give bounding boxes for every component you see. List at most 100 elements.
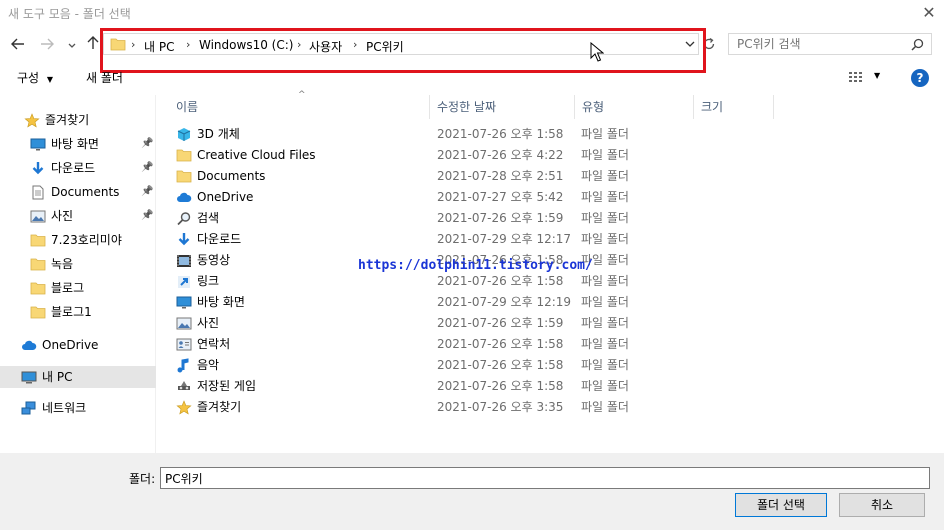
column-divider[interactable]	[429, 95, 430, 119]
file-name: 동영상	[197, 253, 231, 267]
column-header-name[interactable]: 이름	[176, 95, 198, 119]
folder-icon	[30, 257, 46, 271]
forward-button[interactable]	[38, 36, 56, 54]
back-button[interactable]	[9, 36, 27, 54]
column-header-size[interactable]: 크기	[701, 95, 723, 119]
file-date: 2021-07-29 오후 12:17	[437, 232, 572, 246]
file-row[interactable]: 다운로드 2021-07-29 오후 12:17 파일 폴더	[172, 229, 672, 250]
sidebar-item-desktop[interactable]: 바탕 화면 📌	[0, 133, 156, 155]
close-button[interactable]: ✕	[916, 1, 942, 25]
dropdown-arrow-icon: ▼	[874, 71, 881, 80]
file-row[interactable]: 사진 2021-07-26 오후 1:59 파일 폴더	[172, 313, 672, 334]
star-icon	[24, 113, 40, 128]
sidebar-item-star[interactable]: 즐겨찾기	[0, 109, 156, 131]
mouse-cursor-icon	[590, 42, 604, 62]
file-row[interactable]: Creative Cloud Files 2021-07-26 오후 4:22 파일…	[172, 145, 672, 166]
sidebar-item-label: OneDrive	[42, 338, 99, 352]
sidebar-item-folder[interactable]: 녹음	[0, 253, 156, 275]
back-arrow-icon	[11, 38, 24, 50]
file-row[interactable]: OneDrive 2021-07-27 오후 5:42 파일 폴더	[172, 187, 672, 208]
column-header-modified[interactable]: 수정한 날짜	[437, 95, 496, 119]
file-date: 2021-07-26 오후 1:59	[437, 316, 564, 330]
pin-icon: 📌	[141, 138, 154, 149]
pin-icon: 📌	[141, 162, 154, 173]
sidebar-item-label: 블로그	[51, 281, 85, 295]
file-name: 저장된 게임	[197, 379, 257, 393]
close-icon: ✕	[922, 3, 936, 22]
search-box[interactable]	[728, 33, 932, 55]
video-icon	[176, 253, 192, 268]
search-icon	[176, 211, 192, 226]
help-icon[interactable]: ?	[911, 69, 929, 87]
watermark-url: https://dolphin11.tistory.com/	[358, 258, 593, 273]
up-arrow-icon	[87, 36, 99, 49]
file-type: 파일 폴더	[581, 400, 629, 414]
sidebar-item-document[interactable]: Documents 📌	[0, 181, 156, 203]
column-divider[interactable]	[574, 95, 575, 119]
recent-locations-button[interactable]	[63, 36, 81, 54]
file-name: 바탕 화면	[197, 295, 245, 309]
folder-icon	[30, 305, 46, 319]
sidebar-item-folder[interactable]: 블로그1	[0, 301, 156, 323]
desktop-icon	[30, 137, 46, 151]
file-name: 사진	[197, 316, 220, 330]
sidebar-item-picture[interactable]: 사진 📌	[0, 205, 156, 227]
sidebar-item-label: 7.23호리미야	[51, 233, 122, 247]
forward-arrow-icon	[41, 38, 54, 50]
search-icon[interactable]	[911, 38, 924, 51]
column-divider[interactable]	[693, 95, 694, 119]
select-folder-button[interactable]: 폴더 선택	[735, 493, 827, 517]
sidebar-item-network[interactable]: 네트워크	[0, 397, 156, 419]
file-date: 2021-07-26 오후 1:58	[437, 274, 564, 288]
file-row[interactable]: 즐겨찾기 2021-07-26 오후 3:35 파일 폴더	[172, 397, 672, 418]
cloud-icon	[176, 190, 192, 205]
file-name: 3D 개체	[197, 127, 240, 141]
chevron-down-icon	[68, 43, 76, 48]
sidebar-item-folder[interactable]: 블로그	[0, 277, 156, 299]
title-bar: 새 도구 모음 - 폴더 선택 ✕	[0, 0, 944, 28]
sidebar-item-label: 즐겨찾기	[45, 113, 90, 127]
organize-label: 구성	[17, 71, 40, 85]
document-icon	[30, 185, 46, 200]
organize-button[interactable]: 구성 ▼	[17, 69, 53, 86]
column-divider[interactable]	[773, 95, 774, 119]
file-row[interactable]: 음악 2021-07-26 오후 1:58 파일 폴더	[172, 355, 672, 376]
file-date: 2021-07-26 오후 1:58	[437, 379, 564, 393]
column-header-type[interactable]: 유형	[582, 95, 604, 119]
file-name: OneDrive	[197, 190, 254, 204]
cancel-button[interactable]: 취소	[839, 493, 925, 517]
view-details-icon	[849, 72, 862, 82]
file-name: 연락처	[197, 337, 231, 351]
new-folder-button[interactable]: 새 폴더	[86, 69, 123, 86]
file-type: 파일 폴더	[581, 379, 629, 393]
sidebar-item-cloud[interactable]: OneDrive	[0, 334, 156, 356]
cloud-icon	[21, 338, 37, 352]
file-row[interactable]: Documents 2021-07-28 오후 2:51 파일 폴더	[172, 166, 672, 187]
file-name: 검색	[197, 211, 220, 225]
sidebar-item-folder[interactable]: 7.23호리미야	[0, 229, 156, 251]
file-name: 다운로드	[197, 232, 242, 246]
sidebar-item-download[interactable]: 다운로드 📌	[0, 157, 156, 179]
file-date: 2021-07-29 오후 12:19	[437, 295, 572, 309]
sort-ascending-icon: ^	[298, 90, 306, 100]
folder-name-input[interactable]	[160, 467, 930, 489]
file-row[interactable]: 3D 개체 2021-07-26 오후 1:58 파일 폴더	[172, 124, 672, 145]
sidebar-item-label: 내 PC	[42, 370, 73, 384]
file-row[interactable]: 바탕 화면 2021-07-29 오후 12:19 파일 폴더	[172, 292, 672, 313]
view-options-button[interactable]: ▼	[848, 70, 880, 87]
sidebar-item-pc[interactable]: 내 PC	[0, 366, 156, 388]
dialog-footer	[0, 453, 944, 530]
search-input[interactable]	[737, 34, 907, 54]
sidebar-item-label: 바탕 화면	[51, 137, 99, 151]
3d-objects-icon	[176, 127, 192, 142]
file-date: 2021-07-26 오후 1:58	[437, 337, 564, 351]
file-row[interactable]: 연락처 2021-07-26 오후 1:58 파일 폴더	[172, 334, 672, 355]
file-row[interactable]: 링크 2021-07-26 오후 1:58 파일 폴더	[172, 271, 672, 292]
folder-icon	[30, 233, 46, 247]
file-row[interactable]: 저장된 게임 2021-07-26 오후 1:58 파일 폴더	[172, 376, 672, 397]
file-row[interactable]: 검색 2021-07-26 오후 1:59 파일 폴더	[172, 208, 672, 229]
file-date: 2021-07-26 오후 1:59	[437, 211, 564, 225]
folder-icon	[176, 169, 192, 184]
file-type: 파일 폴더	[581, 316, 629, 330]
file-date: 2021-07-27 오후 5:42	[437, 190, 564, 204]
